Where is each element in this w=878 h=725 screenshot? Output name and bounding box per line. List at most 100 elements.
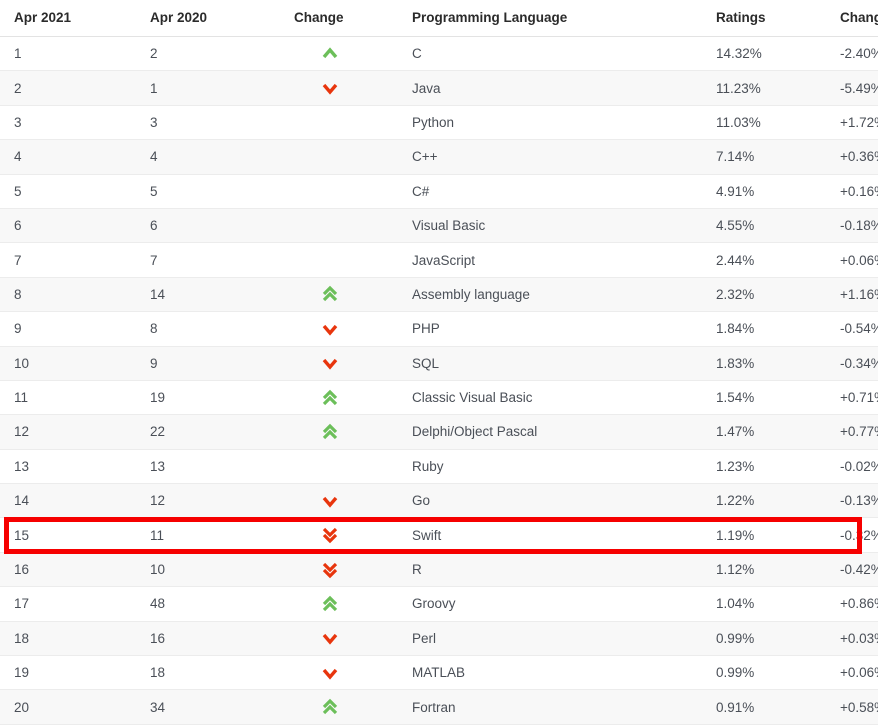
table-row[interactable]: 1748 Groovy1.04%+0.86% [0, 586, 878, 622]
table-row[interactable]: 1222 Delphi/Object Pascal1.47%+0.77% [0, 414, 878, 450]
double-chevron-up-icon [274, 423, 398, 441]
cell-programming-language: Delphi/Object Pascal [398, 414, 702, 450]
cell-rank-apr-2020: 12 [136, 483, 274, 519]
table-row[interactable]: 21 Java11.23%-5.49% [0, 70, 878, 106]
chevron-down-icon [274, 665, 398, 681]
cell-programming-language: Assembly language [398, 277, 702, 313]
cell-ratings: 1.47% [702, 414, 826, 450]
table-row[interactable]: 55 C#4.91%+0.16% [0, 174, 878, 209]
cell-rank-apr-2021: 16 [0, 552, 136, 588]
cell-change-direction [274, 689, 398, 725]
cell-rank-apr-2020: 10 [136, 552, 274, 588]
cell-change-direction [274, 621, 398, 657]
cell-rank-apr-2021: 2 [0, 70, 136, 106]
cell-rank-apr-2021: 9 [0, 311, 136, 347]
double-chevron-down-icon [274, 561, 398, 579]
tiobe-index-table-container: Apr 2021 Apr 2020 Change Programming Lan… [0, 0, 878, 725]
double-chevron-down-icon [274, 526, 398, 544]
column-header-programming-language[interactable]: Programming Language [398, 0, 702, 37]
cell-rank-apr-2020: 22 [136, 414, 274, 450]
cell-change-direction [274, 449, 398, 485]
cell-ratings: 0.99% [702, 621, 826, 657]
cell-change-percent: +1.16% [826, 277, 878, 313]
cell-change-percent: -5.49% [826, 70, 878, 106]
table-row[interactable]: 1412 Go1.22%-0.13% [0, 483, 878, 519]
cell-programming-language: Classic Visual Basic [398, 380, 702, 416]
cell-programming-language: C# [398, 174, 702, 209]
table-row[interactable]: 1313 Ruby1.23%-0.02% [0, 449, 878, 485]
table-row[interactable]: 12 C14.32%-2.40% [0, 36, 878, 72]
cell-change-direction [274, 586, 398, 622]
cell-programming-language: Groovy [398, 586, 702, 622]
table-row[interactable]: 1610 R1.12%-0.42% [0, 552, 878, 588]
double-chevron-up-icon [274, 595, 398, 613]
cell-change-direction [274, 311, 398, 347]
cell-ratings: 11.23% [702, 70, 826, 106]
table-row[interactable]: 1119 Classic Visual Basic1.54%+0.71% [0, 380, 878, 416]
table-row[interactable]: 2034 Fortran0.91%+0.58% [0, 689, 878, 725]
double-chevron-up-icon [274, 285, 398, 303]
cell-programming-language: R [398, 552, 702, 588]
cell-rank-apr-2021: 12 [0, 414, 136, 450]
cell-change-direction [274, 552, 398, 588]
cell-rank-apr-2020: 14 [136, 277, 274, 313]
cell-change-percent: +0.03% [826, 621, 878, 657]
cell-rank-apr-2021: 17 [0, 586, 136, 622]
cell-change-percent: -0.34% [826, 346, 878, 381]
column-header-change-direction[interactable]: Change [274, 0, 398, 37]
cell-rank-apr-2021: 13 [0, 449, 136, 485]
table-row[interactable]: 77 JavaScript2.44%+0.06% [0, 242, 878, 278]
table-row[interactable]: 814 Assembly language2.32%+1.16% [0, 277, 878, 313]
table-row[interactable]: 1918 MATLAB0.99%+0.06% [0, 655, 878, 691]
cell-rank-apr-2021: 3 [0, 105, 136, 141]
cell-rank-apr-2020: 18 [136, 655, 274, 691]
cell-rank-apr-2020: 11 [136, 517, 274, 553]
cell-change-percent: +0.36% [826, 139, 878, 175]
chevron-down-icon [274, 630, 398, 646]
cell-change-percent: -0.42% [826, 552, 878, 588]
cell-ratings: 1.04% [702, 586, 826, 622]
cell-ratings: 0.91% [702, 689, 826, 725]
cell-rank-apr-2020: 6 [136, 208, 274, 244]
table-row-highlighted[interactable]: 1511 Swift1.19%-0.32% [0, 517, 878, 553]
table-row[interactable]: 33 Python11.03%+1.72% [0, 105, 878, 141]
cell-change-percent: +0.16% [826, 174, 878, 209]
double-chevron-up-icon [274, 389, 398, 407]
cell-change-percent: -0.18% [826, 208, 878, 244]
cell-change-direction [274, 208, 398, 244]
table-row[interactable]: 1816 Perl0.99%+0.03% [0, 621, 878, 657]
cell-rank-apr-2021: 18 [0, 621, 136, 657]
cell-rank-apr-2021: 7 [0, 242, 136, 278]
column-header-apr-2020[interactable]: Apr 2020 [136, 0, 274, 37]
cell-programming-language: MATLAB [398, 655, 702, 691]
cell-change-direction [274, 483, 398, 519]
cell-ratings: 2.44% [702, 242, 826, 278]
cell-rank-apr-2020: 2 [136, 36, 274, 72]
cell-programming-language: Go [398, 483, 702, 519]
cell-rank-apr-2021: 15 [0, 517, 136, 553]
column-header-change-percent[interactable]: Change [826, 0, 878, 37]
cell-ratings: 2.32% [702, 277, 826, 313]
double-chevron-up-icon [274, 698, 398, 716]
cell-change-direction [274, 174, 398, 209]
cell-rank-apr-2020: 34 [136, 689, 274, 725]
table-row[interactable]: 109 SQL1.83%-0.34% [0, 346, 878, 381]
cell-ratings: 4.91% [702, 174, 826, 209]
cell-ratings: 14.32% [702, 36, 826, 72]
cell-ratings: 7.14% [702, 139, 826, 175]
cell-rank-apr-2021: 11 [0, 380, 136, 416]
table-row[interactable]: 44 C++7.14%+0.36% [0, 139, 878, 175]
cell-rank-apr-2021: 8 [0, 277, 136, 313]
cell-ratings: 4.55% [702, 208, 826, 244]
chevron-down-icon [274, 321, 398, 337]
column-header-apr-2021[interactable]: Apr 2021 [0, 0, 136, 37]
chevron-up-icon [274, 46, 398, 62]
cell-change-percent: -0.13% [826, 483, 878, 519]
cell-rank-apr-2020: 9 [136, 346, 274, 381]
cell-rank-apr-2020: 5 [136, 174, 274, 209]
table-row[interactable]: 66 Visual Basic4.55%-0.18% [0, 208, 878, 244]
table-row[interactable]: 98 PHP1.84%-0.54% [0, 311, 878, 347]
cell-change-percent: -0.54% [826, 311, 878, 347]
column-header-ratings[interactable]: Ratings [702, 0, 826, 37]
cell-change-percent: +0.06% [826, 242, 878, 278]
